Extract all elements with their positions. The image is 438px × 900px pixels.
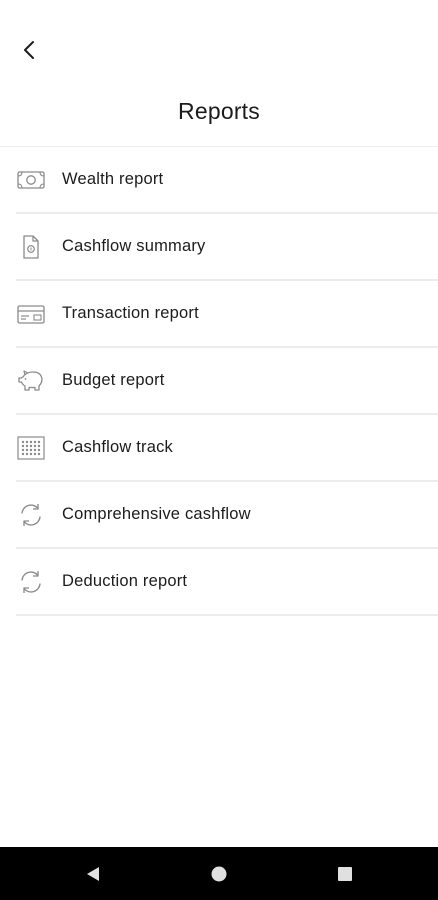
refresh-icon	[16, 500, 46, 530]
nav-recents-button[interactable]	[330, 859, 360, 889]
report-item-label: Budget report	[62, 371, 165, 389]
report-list: Wealth report Cashflow summary Transacti…	[16, 147, 438, 616]
nav-recents-icon	[338, 867, 352, 881]
nav-home-icon	[211, 866, 227, 882]
system-navigation-bar	[0, 847, 438, 900]
back-button[interactable]	[12, 33, 46, 67]
banknote-icon	[16, 165, 46, 195]
report-item-wealth[interactable]: Wealth report	[16, 147, 438, 214]
chevron-left-icon	[24, 41, 34, 59]
nav-back-icon	[87, 867, 99, 881]
report-item-cashflow-summary[interactable]: Cashflow summary	[16, 214, 438, 281]
refresh-icon	[16, 567, 46, 597]
report-item-comprehensive-cashflow[interactable]: Comprehensive cashflow	[16, 482, 438, 549]
report-item-deduction[interactable]: Deduction report	[16, 549, 438, 616]
report-item-label: Comprehensive cashflow	[62, 505, 251, 523]
nav-back-button[interactable]	[78, 859, 108, 889]
report-item-transaction[interactable]: Transaction report	[16, 281, 438, 348]
report-item-label: Deduction report	[62, 572, 188, 590]
report-item-label: Transaction report	[62, 304, 199, 322]
document-icon	[16, 232, 46, 262]
grid-dots-icon	[16, 433, 46, 463]
report-item-label: Cashflow summary	[62, 237, 206, 255]
report-item-label: Wealth report	[62, 170, 164, 188]
nav-home-button[interactable]	[204, 859, 234, 889]
report-item-cashflow-track[interactable]: Cashflow track	[16, 415, 438, 482]
piggy-bank-icon	[16, 366, 46, 396]
reports-screen: Reports Wealth report Cashflow summary T…	[0, 0, 438, 900]
page-title: Reports	[178, 98, 260, 124]
report-item-label: Cashflow track	[62, 438, 174, 456]
report-item-budget[interactable]: Budget report	[16, 348, 438, 415]
card-icon	[16, 299, 46, 329]
